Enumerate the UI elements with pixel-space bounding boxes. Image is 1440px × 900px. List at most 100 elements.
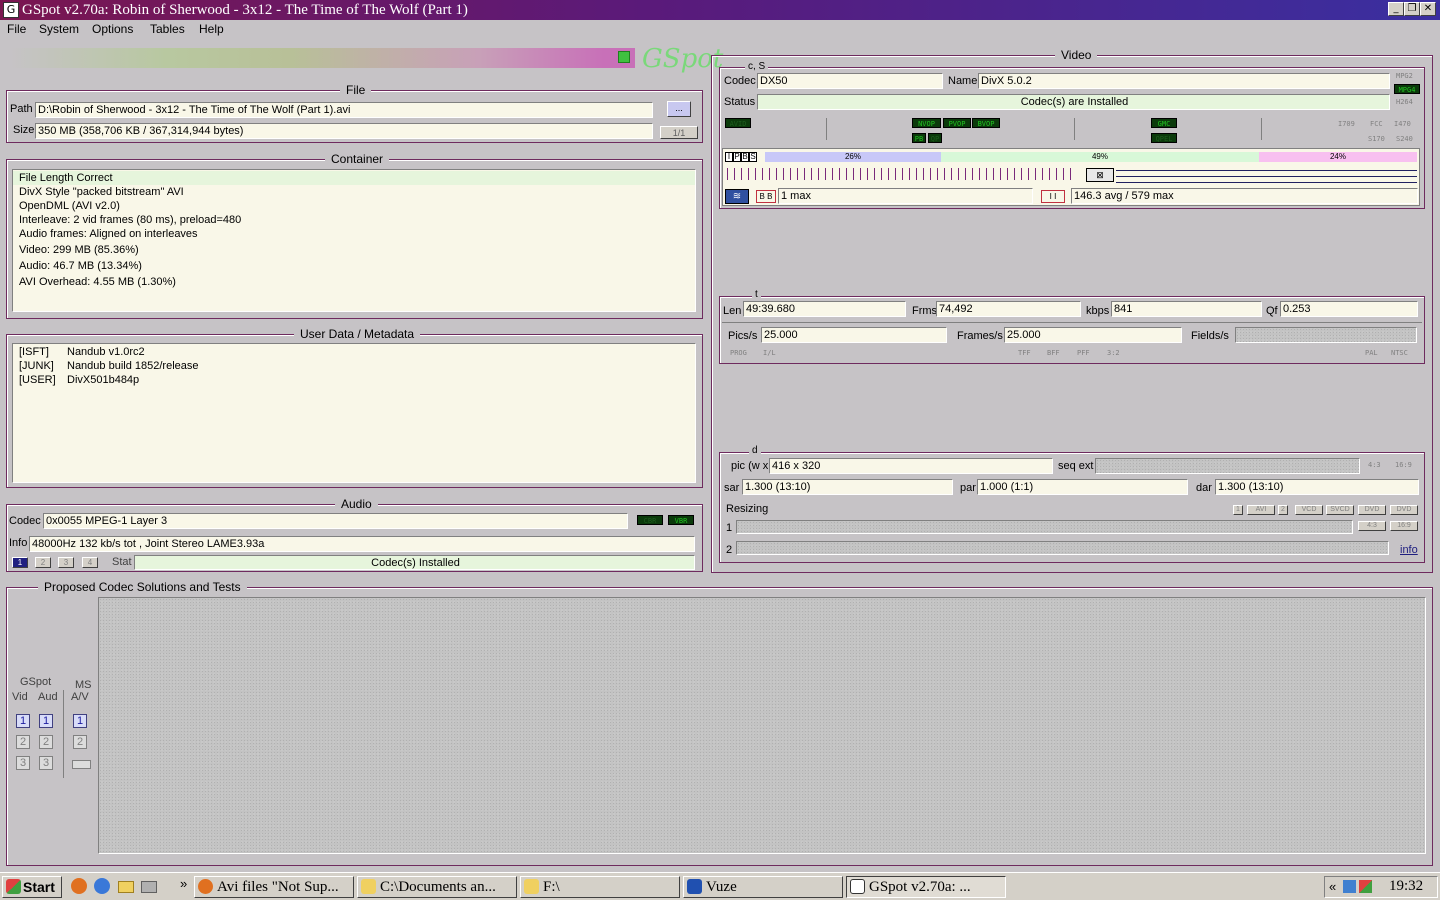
task-gspot[interactable]: GSpot v2.70a: ... [846, 876, 1006, 898]
tag-pal: PAL [1365, 349, 1378, 357]
kbps-label: kbps [1086, 305, 1110, 317]
container-line: DivX Style "packed bitstream" AVI [19, 186, 184, 198]
task-vuze[interactable]: Vuze [683, 876, 843, 898]
codec-subgroup-title: c, S [745, 61, 769, 72]
desktop-icon[interactable] [141, 881, 157, 893]
task-documents[interactable]: C:\Documents an... [357, 876, 517, 898]
video-group-title: Video [1055, 48, 1098, 62]
frames-field: 25.000 [1004, 327, 1182, 343]
menu-system[interactable]: System [39, 22, 79, 36]
pics-label: Pics/s [728, 330, 758, 342]
audio-track-1[interactable]: 1 [12, 557, 28, 568]
pb-led: PB [912, 133, 926, 143]
audio-track-4[interactable]: 4 [82, 557, 98, 568]
pics-field: 25.000 [761, 327, 947, 343]
resize-4-3-button[interactable]: 4:3 [1358, 521, 1386, 531]
kbps-field: 841 [1111, 301, 1262, 317]
separator [722, 322, 1422, 323]
network-icon[interactable] [1343, 880, 1356, 893]
menu-help[interactable]: Help [199, 22, 224, 36]
task-f-drive[interactable]: F:\ [520, 876, 680, 898]
tag-i470: I470 [1394, 120, 1411, 128]
metadata-row: [USER] DivX501b484p [19, 374, 140, 386]
maximize-button[interactable]: ❐ [1404, 2, 1420, 16]
tray-chevron[interactable]: « [1329, 879, 1336, 894]
bframes-field: 1 max [778, 188, 1033, 204]
resize-dvd2-button[interactable]: DVD [1390, 505, 1418, 515]
close-button[interactable]: ✕ [1420, 2, 1436, 16]
gmc-led: GMC [1151, 118, 1177, 128]
file-group-title: File [340, 83, 372, 97]
fields-field [1235, 327, 1417, 343]
pvop-led: PVOP [943, 118, 971, 128]
resize-button[interactable]: 2 [1278, 505, 1288, 515]
tag-bff: BFF [1047, 349, 1060, 357]
tray-app-icon[interactable] [1359, 880, 1372, 893]
container-line: AVI Overhead: 4.55 MB (1.30%) [19, 276, 176, 288]
frame-type-b: B [741, 152, 749, 162]
browse-button[interactable]: ... [667, 101, 691, 117]
gop-line [1116, 176, 1417, 177]
app-icon[interactable]: G [3, 2, 19, 18]
system-tray: « 19:32 [1324, 876, 1438, 898]
tag-h264: H264 [1396, 98, 1413, 106]
resize-row-1-label: 1 [726, 522, 733, 534]
aud-solution-2[interactable]: 2 [39, 735, 53, 749]
menu-file[interactable]: File [7, 22, 26, 36]
metadata-list: [ISFT] Nandub v1.0rc2 [JUNK] Nandub build … [12, 343, 696, 483]
audio-track-2[interactable]: 2 [35, 557, 51, 568]
path-label: Path [10, 103, 33, 115]
metadata-row: [JUNK] Nandub build 1852/release [19, 360, 199, 372]
audio-info-field: 48000Hz 132 kb/s tot , Joint Stereo LAME… [29, 536, 695, 552]
info-link[interactable]: info [1400, 544, 1418, 556]
task-firefox[interactable]: Avi files "Not Sup... [194, 876, 354, 898]
gspot-label: GSpot [20, 676, 52, 688]
resize-svcd-button[interactable]: SVCD [1326, 505, 1354, 515]
ms-solution-1[interactable]: 1 [73, 714, 87, 728]
aud-solution-3[interactable]: 3 [39, 756, 53, 770]
minimize-button[interactable]: _ [1388, 2, 1404, 16]
resize-16-9-button[interactable]: 16:9 [1390, 521, 1418, 531]
frms-label: Frms [912, 305, 938, 317]
ms-solution-extra[interactable] [72, 760, 91, 769]
menu-options[interactable]: Options [92, 22, 133, 36]
start-button[interactable]: Start [2, 876, 62, 898]
sar-field: 1.300 (13:10) [742, 479, 953, 495]
gop-slider-handle[interactable]: ⊠ [1086, 168, 1114, 182]
menu-tables[interactable]: Tables [150, 22, 185, 36]
video-codec-label: Codec [724, 75, 756, 87]
seq-ext-label: seq ext [1058, 460, 1094, 472]
resize-dvd-button[interactable]: DVD [1358, 505, 1386, 515]
resize-row-1-field [736, 520, 1353, 534]
tag-il: I/L [763, 349, 776, 357]
av-label: A/V [71, 691, 89, 703]
path-field[interactable]: D:\Robin of Sherwood - 3x12 - The Time o… [35, 102, 653, 118]
vid-solution-2[interactable]: 2 [16, 735, 30, 749]
task-label: C:\Documents an... [380, 879, 496, 895]
pic-field: 416 x 320 [769, 458, 1053, 474]
resize-row-2-field [736, 541, 1389, 555]
vid-solution-1[interactable]: 1 [16, 714, 30, 728]
firefox-icon[interactable] [71, 878, 87, 894]
resize-button[interactable]: 1 [1233, 505, 1243, 515]
task-label: GSpot v2.70a: ... [869, 879, 971, 895]
vid-solution-3[interactable]: 3 [16, 756, 30, 770]
page-indicator[interactable]: 1/1 [660, 126, 698, 139]
folder-icon[interactable] [118, 881, 134, 893]
audio-track-3[interactable]: 3 [58, 557, 74, 568]
frame-type-s: S [749, 152, 757, 162]
bvop-led: BVOP [972, 118, 1000, 128]
resize-avi-button[interactable]: AVI [1247, 505, 1275, 515]
resize-vcd-button[interactable]: VCD [1295, 505, 1323, 515]
ms-solution-2[interactable]: 2 [73, 735, 87, 749]
folder-icon [524, 879, 539, 894]
browser-icon[interactable] [94, 878, 110, 894]
separator [826, 118, 827, 140]
resize-row-2-label: 2 [726, 544, 733, 556]
metadata-row: [ISFT] Nandub v1.0rc2 [19, 346, 145, 358]
container-line: OpenDML (AVI v2.0) [19, 200, 120, 212]
graph-icon[interactable]: ≋ [725, 189, 749, 204]
aud-solution-1[interactable]: 1 [39, 714, 53, 728]
quicklaunch-chevron[interactable]: » [180, 876, 187, 891]
video-codec-field: DX50 [757, 73, 943, 89]
